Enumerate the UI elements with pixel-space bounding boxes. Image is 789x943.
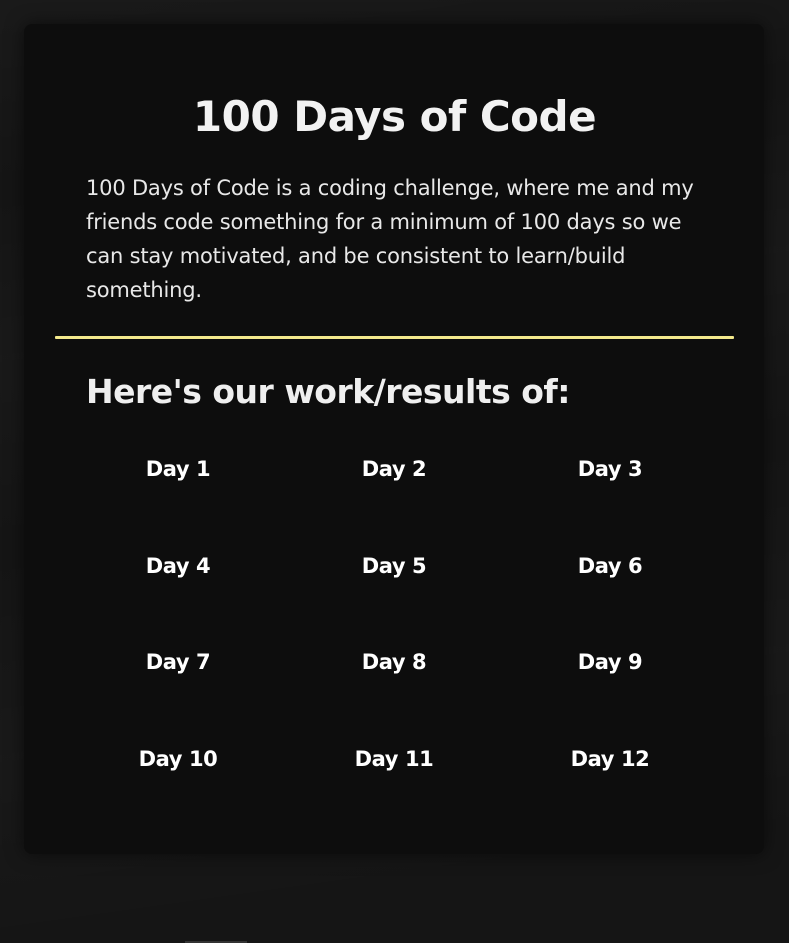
page-title: 100 Days of Code xyxy=(192,92,597,141)
day-link-10[interactable]: Day 10 xyxy=(70,736,286,833)
results-heading: Here's our work/results of: xyxy=(86,372,570,411)
day-link-6[interactable]: Day 6 xyxy=(502,543,718,640)
day-link-7[interactable]: Day 7 xyxy=(70,639,286,736)
section-divider xyxy=(55,336,734,339)
day-link-5[interactable]: Day 5 xyxy=(286,543,502,640)
day-link-3[interactable]: Day 3 xyxy=(502,446,718,543)
day-link-4[interactable]: Day 4 xyxy=(70,543,286,640)
days-grid: Day 1 Day 2 Day 3 Day 4 Day 5 Day 6 Day … xyxy=(70,446,718,832)
day-link-1[interactable]: Day 1 xyxy=(70,446,286,543)
day-link-2[interactable]: Day 2 xyxy=(286,446,502,543)
day-link-8[interactable]: Day 8 xyxy=(286,639,502,736)
day-link-11[interactable]: Day 11 xyxy=(286,736,502,833)
intro-paragraph: 100 Days of Code is a coding challenge, … xyxy=(86,176,694,302)
day-link-12[interactable]: Day 12 xyxy=(502,736,718,833)
day-link-9[interactable]: Day 9 xyxy=(502,639,718,736)
